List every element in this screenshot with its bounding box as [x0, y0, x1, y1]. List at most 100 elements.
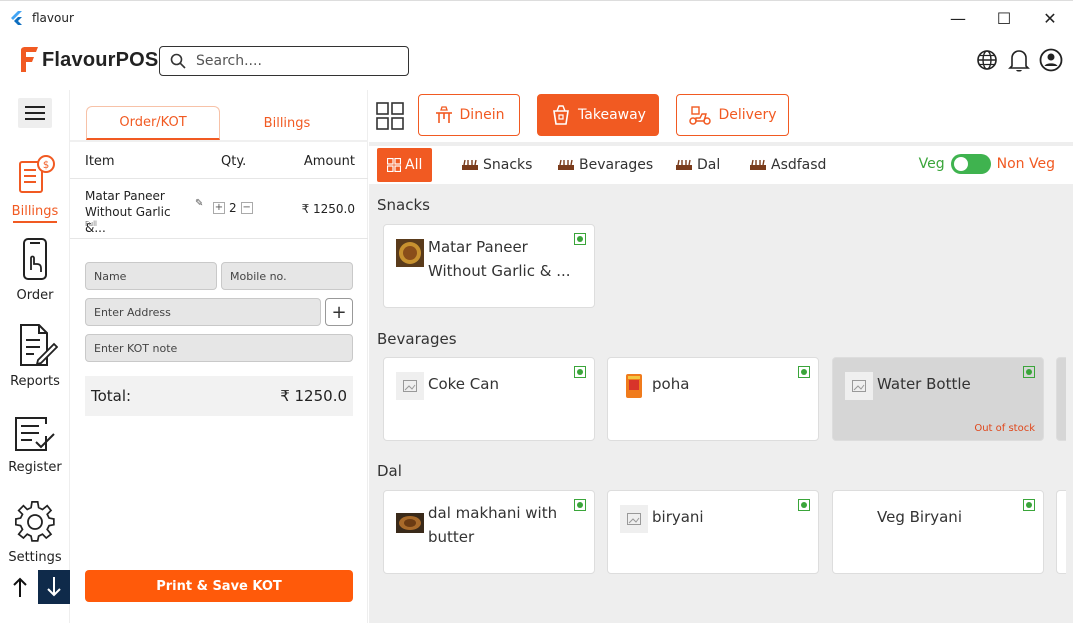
dinein-label: Dinein	[459, 107, 505, 123]
veg-indicator-icon	[574, 499, 586, 511]
col-amount: Amount	[303, 154, 355, 169]
kot-note-field[interactable]: Enter KOT note	[85, 334, 353, 362]
name-field[interactable]: Name	[85, 262, 217, 290]
menu-item-card[interactable]: Matar Paneer Without Garlic & ...	[383, 224, 595, 308]
menu-item-name: poha	[652, 375, 690, 393]
veg-toggle[interactable]	[950, 154, 991, 174]
takeaway-button[interactable]: Takeaway	[537, 94, 659, 136]
category-dal[interactable]: Dal	[675, 148, 720, 182]
arrow-down-icon[interactable]	[38, 570, 70, 604]
section-title-snacks: Snacks	[377, 196, 430, 214]
address-field[interactable]: Enter Address	[85, 298, 321, 326]
menu-item-name: Veg Biryani	[877, 508, 962, 526]
increment-button[interactable]: +	[213, 202, 225, 214]
veg-indicator-icon	[1023, 366, 1035, 378]
tab-order-kot[interactable]: Order/KOT	[86, 106, 220, 140]
window-title: flavour	[32, 10, 74, 25]
image-placeholder-icon	[396, 372, 424, 400]
col-qty: Qty.	[221, 154, 247, 169]
menu-item-name: Water Bottle	[877, 375, 971, 393]
line-item-name: Matar Paneer Without Garlic &...	[85, 189, 171, 235]
tabs-divider	[70, 140, 368, 142]
print-save-kot-button[interactable]: Print & Save KOT	[85, 570, 353, 602]
category-asdfasd[interactable]: Asdfasd	[749, 148, 826, 182]
delivery-scooter-icon	[689, 106, 712, 125]
menu-item-card[interactable]: Veg Biryani	[832, 490, 1044, 574]
nav-item-settings[interactable]: Settings	[0, 500, 70, 565]
nav-item-billings[interactable]: $ Billings	[0, 152, 70, 223]
logo: FlavourPOS	[18, 46, 158, 74]
category-label: Bevarages	[579, 157, 654, 173]
reports-icon	[20, 324, 59, 366]
delivery-button[interactable]: Delivery	[676, 94, 789, 136]
section-title-dal: Dal	[377, 462, 402, 480]
add-address-button[interactable]: +	[325, 298, 353, 326]
menu-item-card[interactable]: biryani	[607, 490, 819, 574]
menu-item-name: Matar Paneer Without Garlic & ...	[428, 238, 571, 280]
section-title-bevarages: Bevarages	[377, 330, 457, 348]
grid-icon	[387, 158, 401, 172]
close-icon[interactable]: ✕	[1027, 1, 1073, 35]
menu-icon[interactable]	[18, 98, 52, 128]
maximize-icon[interactable]: ☐	[981, 1, 1027, 35]
decrement-button[interactable]: −	[240, 202, 253, 214]
nav-item-register[interactable]: Register	[0, 414, 70, 475]
grid-view-icon[interactable]	[376, 102, 404, 130]
tab-billings[interactable]: Billings	[220, 106, 354, 140]
bell-icon[interactable]	[1007, 48, 1031, 72]
order-line-item[interactable]: Matar Paneer Without Garlic &... Full ✎ …	[85, 188, 355, 235]
nav-label: Register	[8, 460, 62, 475]
edit-icon[interactable]: ✎	[195, 198, 203, 209]
total-value: ₹ 1250.0	[280, 387, 347, 405]
menu-item-name: biryani	[652, 508, 704, 526]
out-of-stock-label: Out of stock	[974, 423, 1035, 434]
category-bevarages[interactable]: Bevarages	[557, 148, 653, 182]
dinein-button[interactable]: Dinein	[418, 94, 520, 136]
gear-icon	[14, 501, 55, 542]
menu-item-card[interactable]: Coke Can	[383, 357, 595, 441]
billing-icon: $	[19, 155, 55, 193]
scroll-arrows	[4, 570, 70, 604]
menu-item-card[interactable]: Water Bottle Out of stock	[832, 357, 1044, 441]
food-image	[620, 372, 648, 400]
account-icon[interactable]	[1039, 48, 1063, 72]
nav-label: Reports	[10, 374, 60, 389]
side-nav: $ Billings Order Reports Register Settin…	[0, 90, 70, 623]
menu-item-name: dal makhani with butter	[428, 504, 558, 546]
col-item: Item	[85, 154, 115, 169]
nav-label: Settings	[8, 550, 62, 565]
menu-item-card[interactable]: poha	[607, 357, 819, 441]
flutter-icon	[11, 10, 22, 25]
order-panel: Order/KOT Billings Item Qty. Amount Mata…	[70, 90, 368, 623]
search-icon	[170, 53, 186, 69]
category-all[interactable]: All	[377, 148, 433, 182]
search-input[interactable]: Search....	[159, 46, 409, 76]
nav-item-reports[interactable]: Reports	[0, 322, 70, 389]
divider	[70, 238, 368, 239]
category-bar: All Snacks Bevarages Dal Asdfasd Veg Non…	[369, 146, 1073, 184]
menu-item-card-partial	[1056, 357, 1066, 441]
minimize-icon[interactable]: —	[935, 1, 981, 35]
veg-indicator-icon	[798, 366, 810, 378]
veg-label: Veg	[918, 156, 945, 172]
food-tray-icon	[462, 159, 478, 170]
mobile-field[interactable]: Mobile no.	[221, 262, 353, 290]
nav-item-order[interactable]: Order	[0, 236, 70, 303]
takeaway-icon	[553, 105, 569, 125]
divider	[70, 178, 368, 179]
order-tabs: Order/KOT Billings	[86, 106, 354, 140]
nav-label: Billings	[11, 204, 59, 219]
menu-item-card[interactable]: dal makhani with butter	[383, 490, 595, 574]
total-label: Total:	[91, 387, 132, 405]
globe-icon[interactable]	[975, 48, 999, 72]
food-tray-icon	[750, 159, 766, 170]
nonveg-label: Non Veg	[996, 156, 1055, 172]
veg-toggle-group: Veg Non Veg	[919, 154, 1055, 174]
image-placeholder-icon	[845, 372, 873, 400]
veg-indicator-icon	[574, 233, 586, 245]
window-titlebar: flavour — ☐ ✕	[0, 0, 1073, 34]
category-label: Asdfasd	[771, 157, 827, 173]
arrow-up-icon[interactable]	[4, 570, 36, 604]
category-label: All	[405, 157, 423, 173]
category-snacks[interactable]: Snacks	[461, 148, 532, 182]
